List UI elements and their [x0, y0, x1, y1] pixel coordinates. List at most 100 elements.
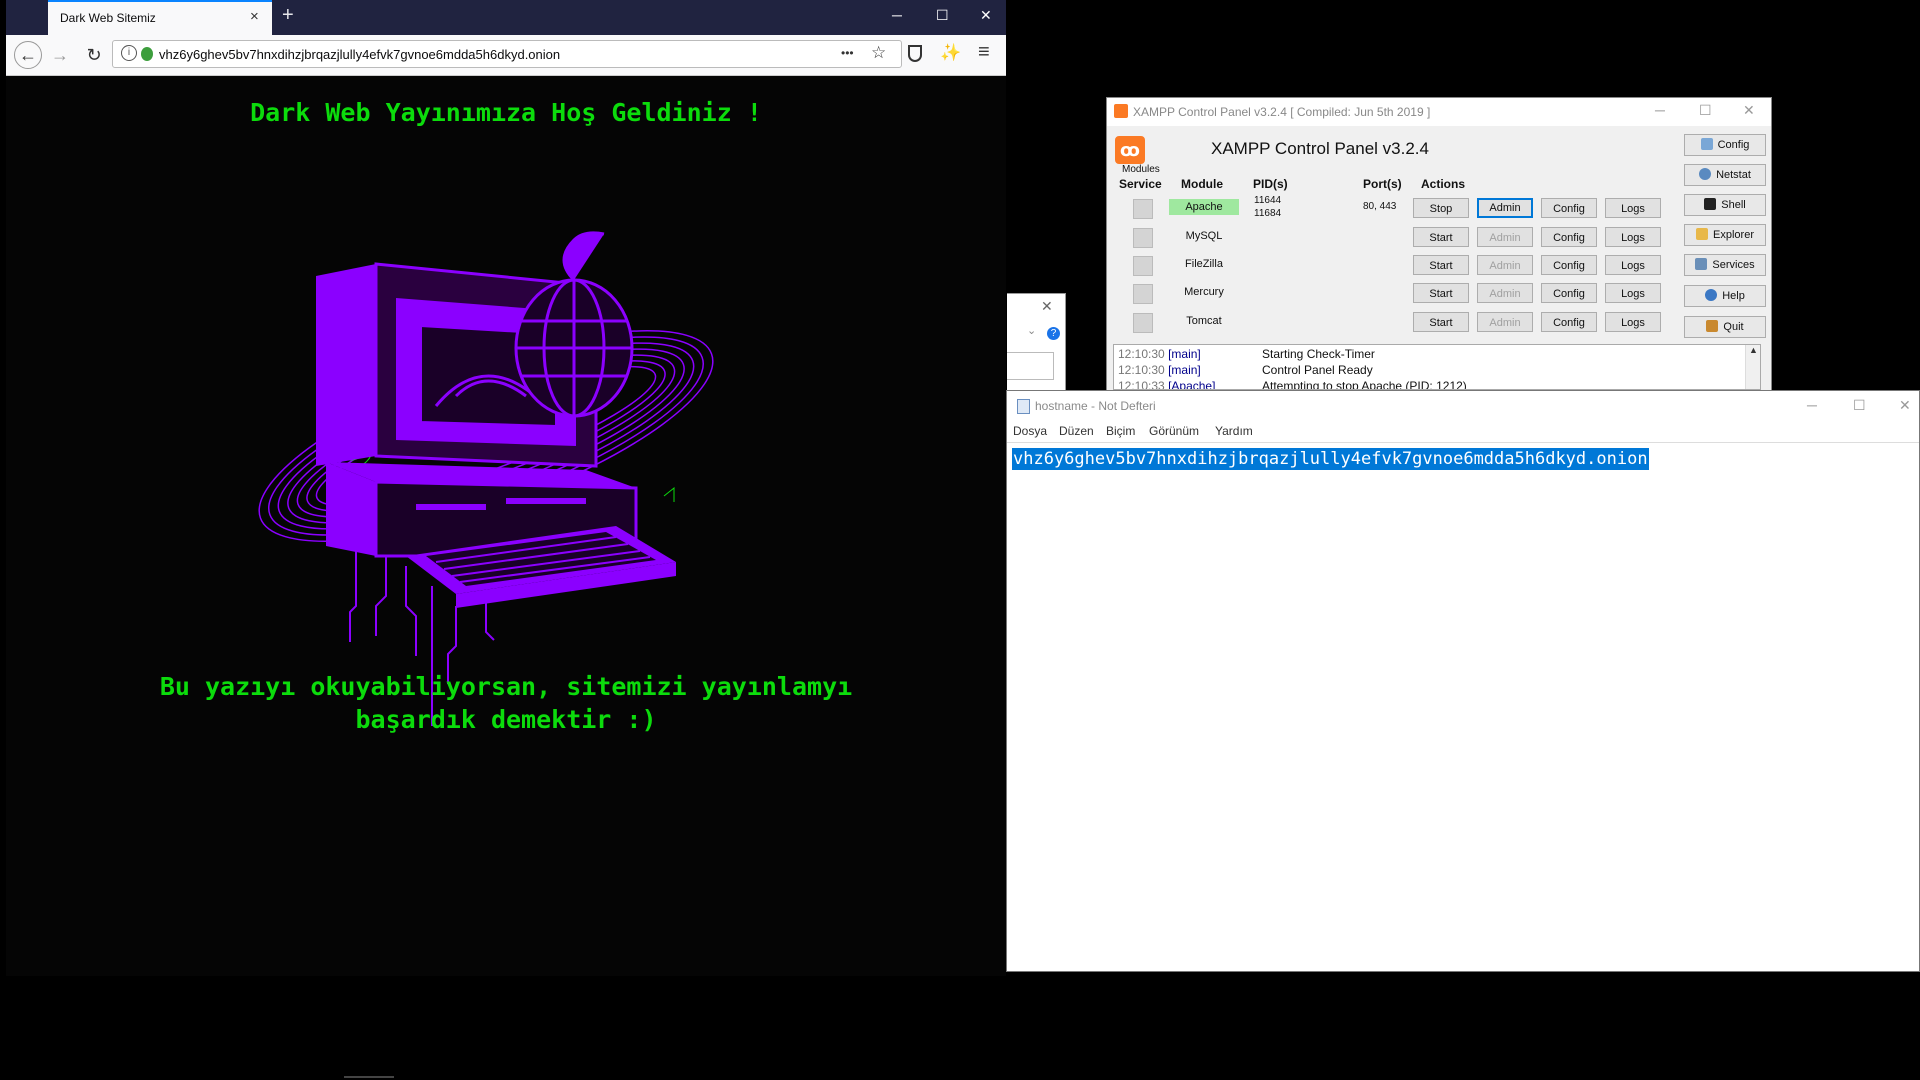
explorer-button[interactable]: Explorer	[1684, 224, 1766, 246]
service-checkbox[interactable]	[1133, 284, 1153, 304]
start-button[interactable]: Start	[1413, 283, 1469, 303]
shield-icon[interactable]	[908, 45, 922, 62]
menu-yardim[interactable]: Yardım	[1215, 424, 1253, 438]
netstat-button[interactable]: Netstat	[1684, 164, 1766, 186]
menu-dosya[interactable]: Dosya	[1013, 424, 1047, 438]
notepad-close-button[interactable]: ✕	[1899, 397, 1911, 414]
help-button[interactable]: Help	[1684, 285, 1766, 307]
magic-wand-icon[interactable]: ✨	[940, 43, 961, 63]
log-scrollbar[interactable]: ▲	[1745, 345, 1760, 389]
menu-duzen[interactable]: Düzen	[1059, 424, 1094, 438]
logs-button[interactable]: Logs	[1605, 227, 1661, 247]
header-pids: PID(s)	[1253, 177, 1288, 191]
config-button[interactable]: Config	[1541, 283, 1597, 303]
logs-button[interactable]: Logs	[1605, 312, 1661, 332]
config-button[interactable]: Config	[1541, 227, 1597, 247]
config-button[interactable]: Config	[1541, 312, 1597, 332]
forward-button[interactable]: →	[48, 43, 72, 67]
pid-list: 11644 11684	[1254, 195, 1282, 219]
notepad-menubar: Dosya Düzen Biçim Görünüm Yardım	[1007, 421, 1919, 441]
tab-dark-web-sitemiz[interactable]: Dark Web Sitemiz ×	[48, 0, 272, 35]
log-line: 12:10:30 [main] Control Panel Ready	[1118, 363, 1373, 377]
service-checkbox[interactable]	[1133, 256, 1153, 276]
shell-button[interactable]: Shell	[1684, 194, 1766, 216]
service-checkbox[interactable]	[1133, 228, 1153, 248]
maximize-button[interactable]: ☐	[936, 7, 949, 24]
logs-button[interactable]: Logs	[1605, 283, 1661, 303]
new-tab-button[interactable]: +	[282, 4, 294, 27]
chevron-down-icon[interactable]: ⌄	[1027, 324, 1036, 337]
tab-close-icon[interactable]: ×	[250, 8, 259, 25]
menu-bicim[interactable]: Biçim	[1106, 424, 1135, 438]
xampp-close-button[interactable]: ✕	[1743, 102, 1755, 119]
url-bar[interactable]: i vhz6y6ghev5bv7hnxdihzjbrqazjlully4efvk…	[112, 40, 902, 68]
navigation-toolbar: ← → ↻ i vhz6y6ghev5bv7hnxdihzjbrqazjlull…	[6, 35, 1006, 76]
module-row-tomcat: Tomcat Start Admin Config Logs	[1107, 308, 1667, 336]
info-icon[interactable]: i	[121, 45, 137, 61]
xampp-titlebar: XAMPP Control Panel v3.2.4 [ Compiled: J…	[1107, 98, 1771, 126]
service-checkbox[interactable]	[1133, 199, 1153, 219]
module-name: Tomcat	[1186, 315, 1222, 327]
xampp-minimize-button[interactable]: ─	[1655, 102, 1665, 118]
background-dialog: ✕ ⌄ ?	[1007, 293, 1066, 395]
admin-button[interactable]: Admin	[1477, 198, 1533, 218]
xampp-window-title: XAMPP Control Panel v3.2.4 [ Compiled: J…	[1133, 105, 1431, 119]
logs-button[interactable]: Logs	[1605, 198, 1661, 218]
hamburger-menu-icon[interactable]: ≡	[978, 41, 990, 64]
dialog-close-icon[interactable]: ✕	[1041, 298, 1053, 315]
xampp-small-icon	[1114, 104, 1128, 118]
page-heading: Dark Web Yayınımıza Hoş Geldiniz !	[250, 98, 762, 127]
url-text: vhz6y6ghev5bv7hnxdihzjbrqazjlully4efvk7g…	[159, 47, 561, 62]
xampp-maximize-button[interactable]: ☐	[1699, 102, 1712, 119]
minimize-button[interactable]: ─	[892, 7, 902, 23]
stop-button[interactable]: Stop	[1413, 198, 1469, 218]
close-window-button[interactable]: ✕	[980, 7, 992, 24]
quit-button[interactable]: Quit	[1684, 316, 1766, 338]
back-button[interactable]: ←	[14, 41, 42, 69]
xampp-window: XAMPP Control Panel v3.2.4 [ Compiled: J…	[1106, 97, 1772, 391]
notepad-window: hostname - Not Defteri ─ ☐ ✕ Dosya Düzen…	[1006, 390, 1920, 972]
start-button[interactable]: Start	[1413, 227, 1469, 247]
start-button[interactable]: Start	[1413, 312, 1469, 332]
dialog-input[interactable]	[1007, 352, 1054, 380]
module-name: FileZilla	[1185, 258, 1223, 270]
services-button[interactable]: Services	[1684, 254, 1766, 276]
notepad-titlebar: hostname - Not Defteri ─ ☐ ✕	[1007, 391, 1919, 421]
notepad-icon	[1017, 399, 1030, 414]
notepad-minimize-button[interactable]: ─	[1807, 397, 1817, 413]
notepad-maximize-button[interactable]: ☐	[1853, 397, 1866, 414]
admin-button: Admin	[1477, 283, 1533, 303]
menu-gorunum[interactable]: Görünüm	[1149, 424, 1199, 438]
taskbar-indicator	[344, 1076, 394, 1078]
page-content: Dark Web Yayınımıza Hoş Geldiniz ! Bu ya…	[6, 76, 1006, 976]
tab-title: Dark Web Sitemiz	[60, 11, 156, 25]
log-panel[interactable]: 12:10:30 [main] Starting Check-Timer 12:1…	[1113, 344, 1761, 390]
service-checkbox[interactable]	[1133, 313, 1153, 333]
help-icon[interactable]: ?	[1047, 327, 1060, 340]
help-icon	[1705, 289, 1718, 301]
module-row-apache: Apache 11644 11684 80, 443 Stop Admin Con…	[1107, 194, 1667, 222]
start-button[interactable]: Start	[1413, 255, 1469, 275]
log-line: 12:10:33 [Apache] Attempting to stop Apac…	[1118, 379, 1467, 390]
folder-icon	[1696, 228, 1709, 240]
config-button[interactable]: Config	[1541, 198, 1597, 218]
xampp-app-title: XAMPP Control Panel v3.2.4	[1211, 139, 1429, 158]
tab-bar: Dark Web Sitemiz × + ─ ☐ ✕	[6, 0, 1006, 35]
side-config-button[interactable]: Config	[1684, 134, 1766, 156]
logs-button[interactable]: Logs	[1605, 255, 1661, 275]
terminal-icon	[1704, 198, 1717, 210]
module-name: Mercury	[1184, 286, 1224, 298]
page-actions-button[interactable]: •••	[841, 46, 854, 60]
header-actions: Actions	[1421, 177, 1466, 191]
notepad-text-area[interactable]: vhz6y6ghev5bv7hnxdihzjbrqazjlully4efvk7g…	[1007, 442, 1919, 973]
header-ports: Port(s)	[1363, 177, 1402, 191]
admin-button: Admin	[1477, 255, 1533, 275]
port-list: 80, 443	[1363, 201, 1397, 212]
globe-icon	[1699, 168, 1712, 180]
reload-button[interactable]: ↻	[82, 43, 106, 67]
bookmark-star-icon[interactable]: ☆	[871, 43, 886, 63]
header-service: Service	[1119, 177, 1162, 191]
wrench-icon	[1700, 138, 1713, 150]
module-name: Apache	[1169, 199, 1239, 215]
config-button[interactable]: Config	[1541, 255, 1597, 275]
